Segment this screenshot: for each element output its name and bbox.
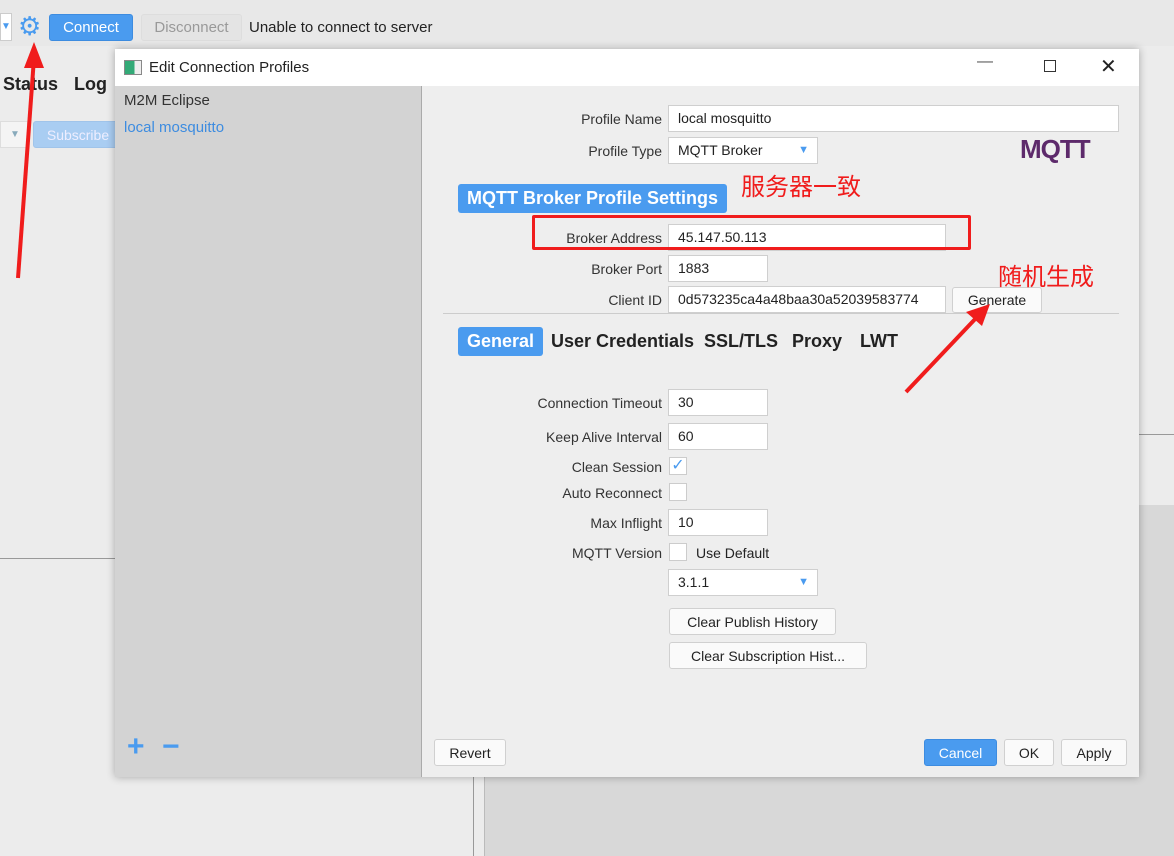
arrow-to-generate xyxy=(904,314,980,394)
arrow-head-icon xyxy=(24,42,44,68)
arrow-to-gear xyxy=(16,57,36,279)
annotation-arrows xyxy=(16,42,990,394)
